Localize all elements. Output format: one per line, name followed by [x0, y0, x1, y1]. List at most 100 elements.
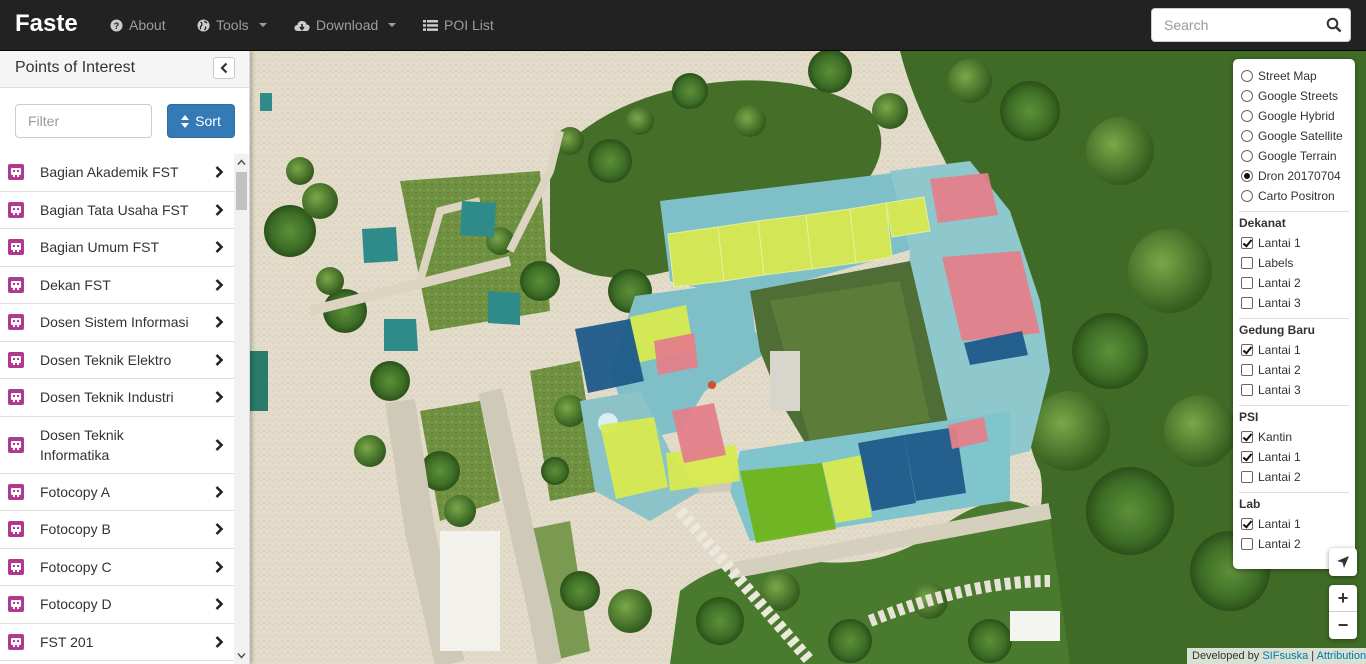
radio-button[interactable] [1241, 70, 1253, 82]
overlay-option[interactable]: Lantai 1 [1241, 235, 1301, 251]
basemap-option[interactable]: Dron 20170704 [1241, 168, 1341, 184]
basemap-label: Google Streets [1258, 89, 1339, 103]
layer-control: Street Map Google Streets Google Hybrid Goo… [1233, 59, 1355, 569]
poi-list-item[interactable]: Dosen Teknik Informatika [0, 417, 234, 474]
map-canvas[interactable] [250, 51, 1366, 664]
checkbox[interactable] [1241, 277, 1253, 289]
overlay-option[interactable]: Lantai 1 [1241, 516, 1301, 532]
basemap-option[interactable]: Street Map [1241, 68, 1317, 84]
checkbox[interactable] [1241, 431, 1253, 443]
overlay-label: Lantai 2 [1258, 276, 1301, 290]
radio-button[interactable] [1241, 150, 1253, 162]
chevron-right-icon [215, 203, 224, 216]
layer-group-title: Dekanat [1239, 216, 1286, 230]
sidebar-scrollbar[interactable] [234, 154, 249, 664]
sidebar-panel: Points of Interest Sort Bagian Akademik … [0, 51, 250, 664]
poi-list-item[interactable]: Bagian Umum FST [0, 229, 234, 267]
poi-list: Bagian Akademik FST Bagian Tata Usaha FST… [0, 154, 234, 661]
zoom-in-button[interactable]: + [1329, 585, 1357, 612]
overlay-option[interactable]: Lantai 2 [1241, 469, 1301, 485]
radio-button[interactable] [1241, 190, 1253, 202]
poi-list-item[interactable]: Dekan FST [0, 267, 234, 304]
poi-marker-icon [8, 436, 24, 453]
poi-list-item[interactable]: Fotocopy A [0, 474, 234, 511]
poi-list-item[interactable]: FST 201 [0, 624, 234, 661]
basemap-label: Dron 20170704 [1258, 169, 1341, 183]
basemap-option[interactable]: Google Terrain [1241, 148, 1337, 164]
overlay-label: Lantai 1 [1258, 517, 1301, 531]
checkbox[interactable] [1241, 297, 1253, 309]
overlay-option[interactable]: Lantai 3 [1241, 295, 1301, 311]
nav-tools[interactable]: Tools [197, 0, 267, 50]
poi-list-item[interactable]: Dosen Teknik Elektro [0, 342, 234, 379]
attribution-link[interactable]: Attribution [1317, 650, 1366, 662]
overlay-label: Lantai 2 [1258, 470, 1301, 484]
scrollbar-thumb[interactable] [236, 172, 247, 210]
poi-marker-icon [8, 314, 24, 331]
search-input[interactable] [1152, 9, 1317, 41]
overlay-option[interactable]: Labels [1241, 255, 1293, 271]
checkbox[interactable] [1241, 237, 1253, 249]
author-link[interactable]: SIFsuska [1262, 650, 1308, 662]
basemap-label: Street Map [1258, 69, 1317, 83]
nav-download[interactable]: Download [294, 0, 397, 50]
poi-list-item[interactable]: Bagian Tata Usaha FST [0, 192, 234, 229]
poi-list-item[interactable]: Fotocopy B [0, 511, 234, 549]
brand-logo[interactable]: Faste [15, 10, 78, 38]
overlay-option[interactable]: Lantai 1 [1241, 449, 1301, 465]
overlay-option[interactable]: Lantai 2 [1241, 275, 1301, 291]
nav-poi-list-label: POI List [444, 17, 494, 33]
chevron-right-icon [215, 438, 224, 451]
overlay-option[interactable]: Lantai 2 [1241, 536, 1301, 552]
poi-item-label: FST 201 [40, 633, 94, 650]
poi-list-item[interactable]: Fotocopy D [0, 586, 234, 624]
filter-input[interactable] [15, 104, 152, 138]
overlay-option[interactable]: Lantai 1 [1241, 342, 1301, 358]
radio-button[interactable] [1241, 90, 1253, 102]
overlay-label: Lantai 2 [1258, 363, 1301, 377]
checkbox[interactable] [1241, 451, 1253, 463]
poi-list-item[interactable]: Dosen Teknik Industri [0, 379, 234, 417]
sort-button[interactable]: Sort [167, 104, 235, 138]
scroll-down-icon[interactable] [237, 651, 246, 660]
basemap-option[interactable]: Google Streets [1241, 88, 1338, 104]
checkbox[interactable] [1241, 471, 1253, 483]
checkbox[interactable] [1241, 257, 1253, 269]
checkbox[interactable] [1241, 364, 1253, 376]
poi-item-label: Fotocopy A [40, 483, 111, 500]
overlay-option[interactable]: Lantai 3 [1241, 382, 1301, 398]
poi-item-label: Dosen Teknik Elektro [40, 351, 172, 368]
collapse-sidebar-button[interactable] [213, 57, 235, 79]
checkbox[interactable] [1241, 384, 1253, 396]
search-icon[interactable] [1326, 17, 1342, 33]
radio-button[interactable] [1241, 170, 1253, 182]
radio-button[interactable] [1241, 130, 1253, 142]
overlay-option[interactable]: Kantin [1241, 429, 1292, 445]
nav-poi-list[interactable]: POI List [423, 0, 494, 50]
basemap-label: Google Terrain [1258, 149, 1337, 163]
checkbox[interactable] [1241, 344, 1253, 356]
basemap-option[interactable]: Google Satellite [1241, 128, 1343, 144]
poi-list-item[interactable]: Bagian Akademik FST [0, 154, 234, 192]
poi-item-label: Fotocopy C [40, 558, 112, 575]
checkbox[interactable] [1241, 538, 1253, 550]
overlay-label: Lantai 1 [1258, 343, 1301, 357]
checkbox[interactable] [1241, 518, 1253, 530]
zoom-out-button[interactable]: − [1329, 612, 1357, 639]
basemap-option[interactable]: Carto Positron [1241, 188, 1335, 204]
poi-marker-icon [8, 239, 24, 256]
poi-item-label: Bagian Tata Usaha FST [40, 201, 189, 218]
poi-list-item[interactable]: Fotocopy C [0, 549, 234, 586]
scroll-up-icon[interactable] [237, 158, 246, 167]
poi-item-label: Fotocopy D [40, 596, 112, 613]
overlay-option[interactable]: Lantai 2 [1241, 362, 1301, 378]
locate-button[interactable] [1329, 548, 1357, 576]
radio-button[interactable] [1241, 110, 1253, 122]
poi-marker-icon [8, 483, 24, 500]
overlay-label: Lantai 3 [1258, 296, 1301, 310]
basemap-option[interactable]: Google Hybrid [1241, 108, 1335, 124]
nav-about[interactable]: ? About [110, 0, 166, 50]
nav-about-label: About [129, 17, 166, 33]
poi-list-item[interactable]: Dosen Sistem Informasi [0, 304, 234, 342]
panel-title: Points of Interest [15, 59, 136, 76]
